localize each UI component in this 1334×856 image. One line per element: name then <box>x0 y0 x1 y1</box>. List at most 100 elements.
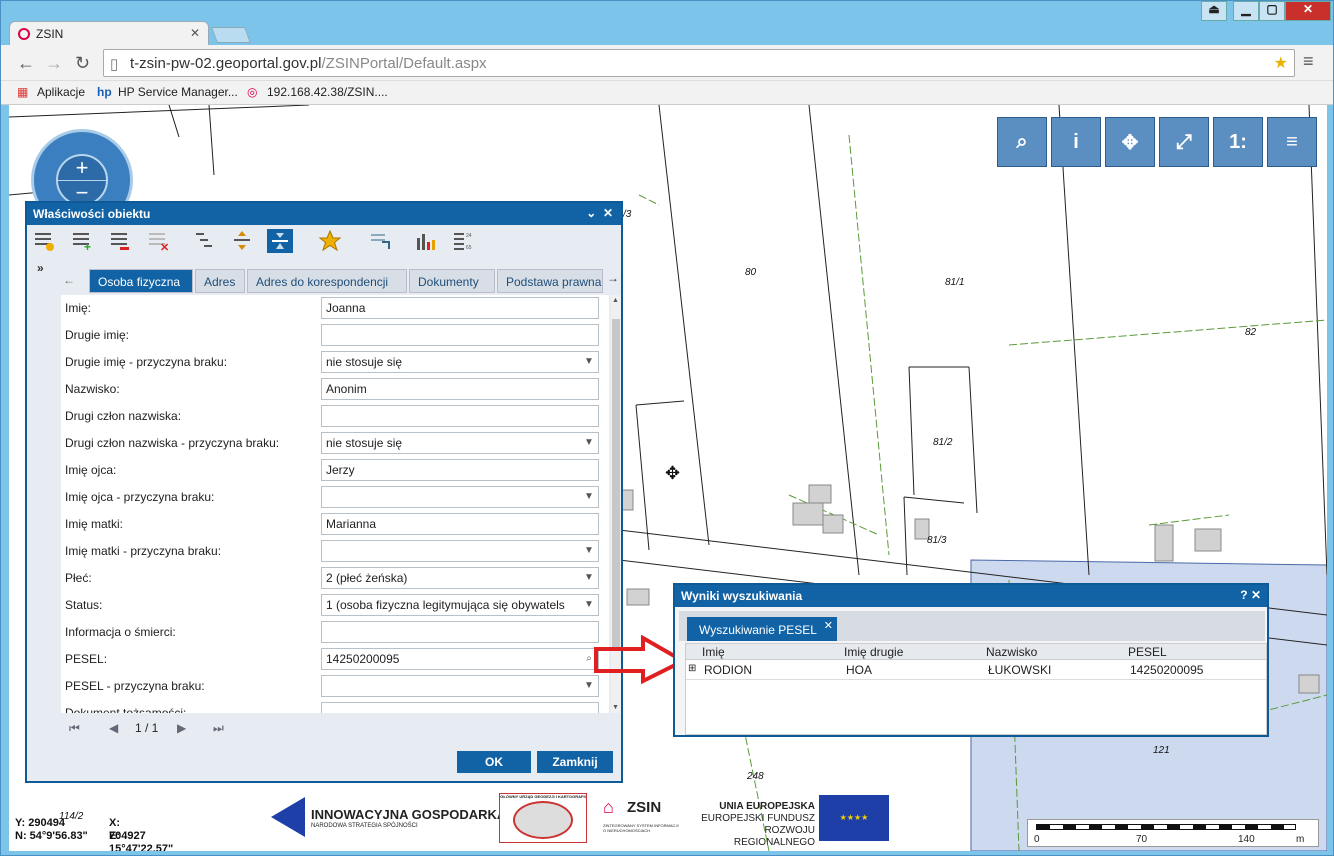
logo2-title: GŁÓWNY URZĄD GEODEZJI I KARTOGRAFII <box>500 794 586 799</box>
bookmark-zsin[interactable]: 192.168.42.38/ZSIN.... <box>267 85 388 99</box>
close-tab-icon[interactable]: ✕ <box>824 619 833 632</box>
reload-icon[interactable]: ↻ <box>75 53 90 74</box>
extent-icon[interactable]: ✥ <box>1105 117 1155 167</box>
tab-adres-do-korespondencji[interactable]: Adres do korespondencji <box>247 269 407 293</box>
fullscreen-icon[interactable]: ⤢ <box>1159 117 1209 167</box>
tree-icon[interactable] <box>191 229 217 253</box>
scroll-thumb[interactable] <box>612 319 620 649</box>
tab-podstawa-prawna[interactable]: Podstawa prawna <box>497 269 603 293</box>
close-tab-icon[interactable]: ✕ <box>190 26 200 40</box>
scale-unit: m <box>1296 834 1305 845</box>
expand-rows-icon[interactable] <box>229 229 255 253</box>
forward-icon[interactable]: → <box>45 53 63 74</box>
list-new-icon[interactable] <box>31 229 57 253</box>
logo1-sub: NARODOWA STRATEGIA SPÓJNOŚCI <box>311 823 418 829</box>
table-row[interactable]: ⊞ RODION HOA ŁUKOWSKI 14250200095 <box>686 662 1266 680</box>
prev-page-icon[interactable]: ◀ <box>109 721 118 735</box>
tabs-next-icon[interactable]: → <box>607 271 619 285</box>
list-add-icon[interactable]: + <box>69 229 95 254</box>
tab-pesel-search[interactable]: Wyszukiwanie PESEL ✕ <box>687 617 837 641</box>
bookmark-hp[interactable]: HP Service Manager... <box>118 85 238 99</box>
expand-side-icon[interactable]: » <box>37 261 44 275</box>
scroll-down-icon[interactable]: ▼ <box>612 704 619 711</box>
expand-row-icon[interactable]: ⊞ <box>688 663 696 674</box>
history-icon[interactable] <box>367 229 393 253</box>
info-icon[interactable]: i <box>1051 117 1101 167</box>
select-field[interactable]: nie stosuje się ▼ <box>321 351 599 373</box>
last-page-icon[interactable]: ⏭ <box>213 721 224 736</box>
text-field[interactable] <box>321 405 599 427</box>
scale-button[interactable]: 1: <box>1213 117 1263 167</box>
search-icon[interactable]: ⌕ <box>997 117 1047 167</box>
form-row: Status: 1 (osoba fizyczna legitymująca si… <box>61 592 609 619</box>
maximize-button[interactable]: ▢ <box>1259 1 1285 21</box>
first-page-icon[interactable]: ⏮ <box>69 721 80 736</box>
field-label: Imię matki - przyczyna braku: <box>65 544 222 558</box>
user-icon[interactable]: ⏏ <box>1201 1 1227 21</box>
tab-dokumenty[interactable]: Dokumenty <box>409 269 495 293</box>
chart-icon[interactable] <box>413 229 439 253</box>
bookmark-apps[interactable]: Aplikacje <box>37 85 85 99</box>
text-field[interactable]: Joanna <box>321 297 599 319</box>
field-label: Drugi człon nazwiska: <box>65 409 182 423</box>
field-label: Nazwisko: <box>65 382 120 396</box>
collapse-rows-icon[interactable] <box>267 229 293 253</box>
close-icon[interactable]: ✕ <box>1251 588 1261 602</box>
text-field[interactable] <box>321 702 599 713</box>
col-pesel[interactable]: PESEL <box>1128 645 1167 659</box>
back-icon[interactable]: ← <box>17 53 35 74</box>
scale-bar-graphic <box>1036 824 1296 830</box>
chevron-down-icon[interactable]: ▼ <box>582 488 596 506</box>
chevron-down-icon[interactable]: ▼ <box>582 434 596 452</box>
chevron-down-icon[interactable]: ▼ <box>582 596 596 614</box>
url-input[interactable]: ▯ t-zsin-pw-02.geoportal.gov.pl/ZSINPort… <box>103 49 1295 77</box>
scroll-up-icon[interactable]: ▲ <box>612 297 619 304</box>
zoom-control[interactable]: + − <box>56 154 108 206</box>
field-value: Marianna <box>326 517 377 531</box>
field-label: Imię matki: <box>65 517 124 531</box>
collapse-icon[interactable]: ⌄ <box>586 206 596 220</box>
select-field[interactable]: ▼ <box>321 675 599 697</box>
svg-text:80: 80 <box>745 267 757 278</box>
new-tab-button[interactable] <box>211 27 251 43</box>
col-imie[interactable]: Imię <box>702 645 725 659</box>
close-window-button[interactable]: ✕ <box>1285 1 1331 21</box>
text-field[interactable] <box>321 621 599 643</box>
select-field[interactable]: ▼ <box>321 486 599 508</box>
field-label: Dokument tożsamości: <box>65 706 187 713</box>
chevron-down-icon[interactable]: ▼ <box>582 569 596 587</box>
ok-button[interactable]: OK <box>457 751 531 773</box>
select-field[interactable]: 2 (płeć żeńska) ▼ <box>321 567 599 589</box>
field-value: Joanna <box>326 301 366 315</box>
browser-tab[interactable]: ZSIN ✕ <box>9 21 209 45</box>
col-nazwisko[interactable]: Nazwisko <box>986 645 1037 659</box>
tab-adres[interactable]: Adres <box>195 269 245 293</box>
tab-osoba-fizyczna[interactable]: Osoba fizyczna <box>89 269 193 293</box>
text-field[interactable]: Anonim <box>321 378 599 400</box>
form-row: Imię ojca: Jerzy <box>61 457 609 484</box>
menu-icon[interactable]: ≡ <box>1303 51 1314 72</box>
col-imie-drugie[interactable]: Imię drugie <box>844 645 903 659</box>
close-button[interactable]: Zamknij <box>537 751 613 773</box>
chevron-down-icon[interactable]: ▼ <box>582 542 596 560</box>
minimize-button[interactable]: ▁ <box>1233 1 1259 21</box>
search-field[interactable]: 14250200095 ⌕ <box>321 648 599 670</box>
list-remove-icon[interactable] <box>107 229 133 253</box>
select-field[interactable]: ▼ <box>321 540 599 562</box>
star-icon[interactable]: ★ <box>1274 53 1288 73</box>
text-field[interactable]: Marianna <box>321 513 599 535</box>
select-field[interactable]: nie stosuje się ▼ <box>321 432 599 454</box>
list-delete-icon[interactable]: ✕ <box>145 229 171 254</box>
star-help-icon[interactable] <box>317 229 343 253</box>
chevron-down-icon[interactable]: ▼ <box>582 353 596 371</box>
close-icon[interactable]: ✕ <box>603 206 613 220</box>
text-field[interactable]: Jerzy <box>321 459 599 481</box>
help-icon[interactable]: ? <box>1240 588 1247 602</box>
next-page-icon[interactable]: ▶ <box>177 721 186 735</box>
numbered-list-icon[interactable]: 24 65 <box>451 229 477 253</box>
menu-icon[interactable]: ≡ <box>1267 117 1317 167</box>
select-field[interactable]: 1 (osoba fizyczna legitymująca się obywa… <box>321 594 599 616</box>
zoom-in-button[interactable]: + <box>58 156 106 180</box>
text-field[interactable] <box>321 324 599 346</box>
form-row: Imię matki - przyczyna braku: ▼ <box>61 538 609 565</box>
